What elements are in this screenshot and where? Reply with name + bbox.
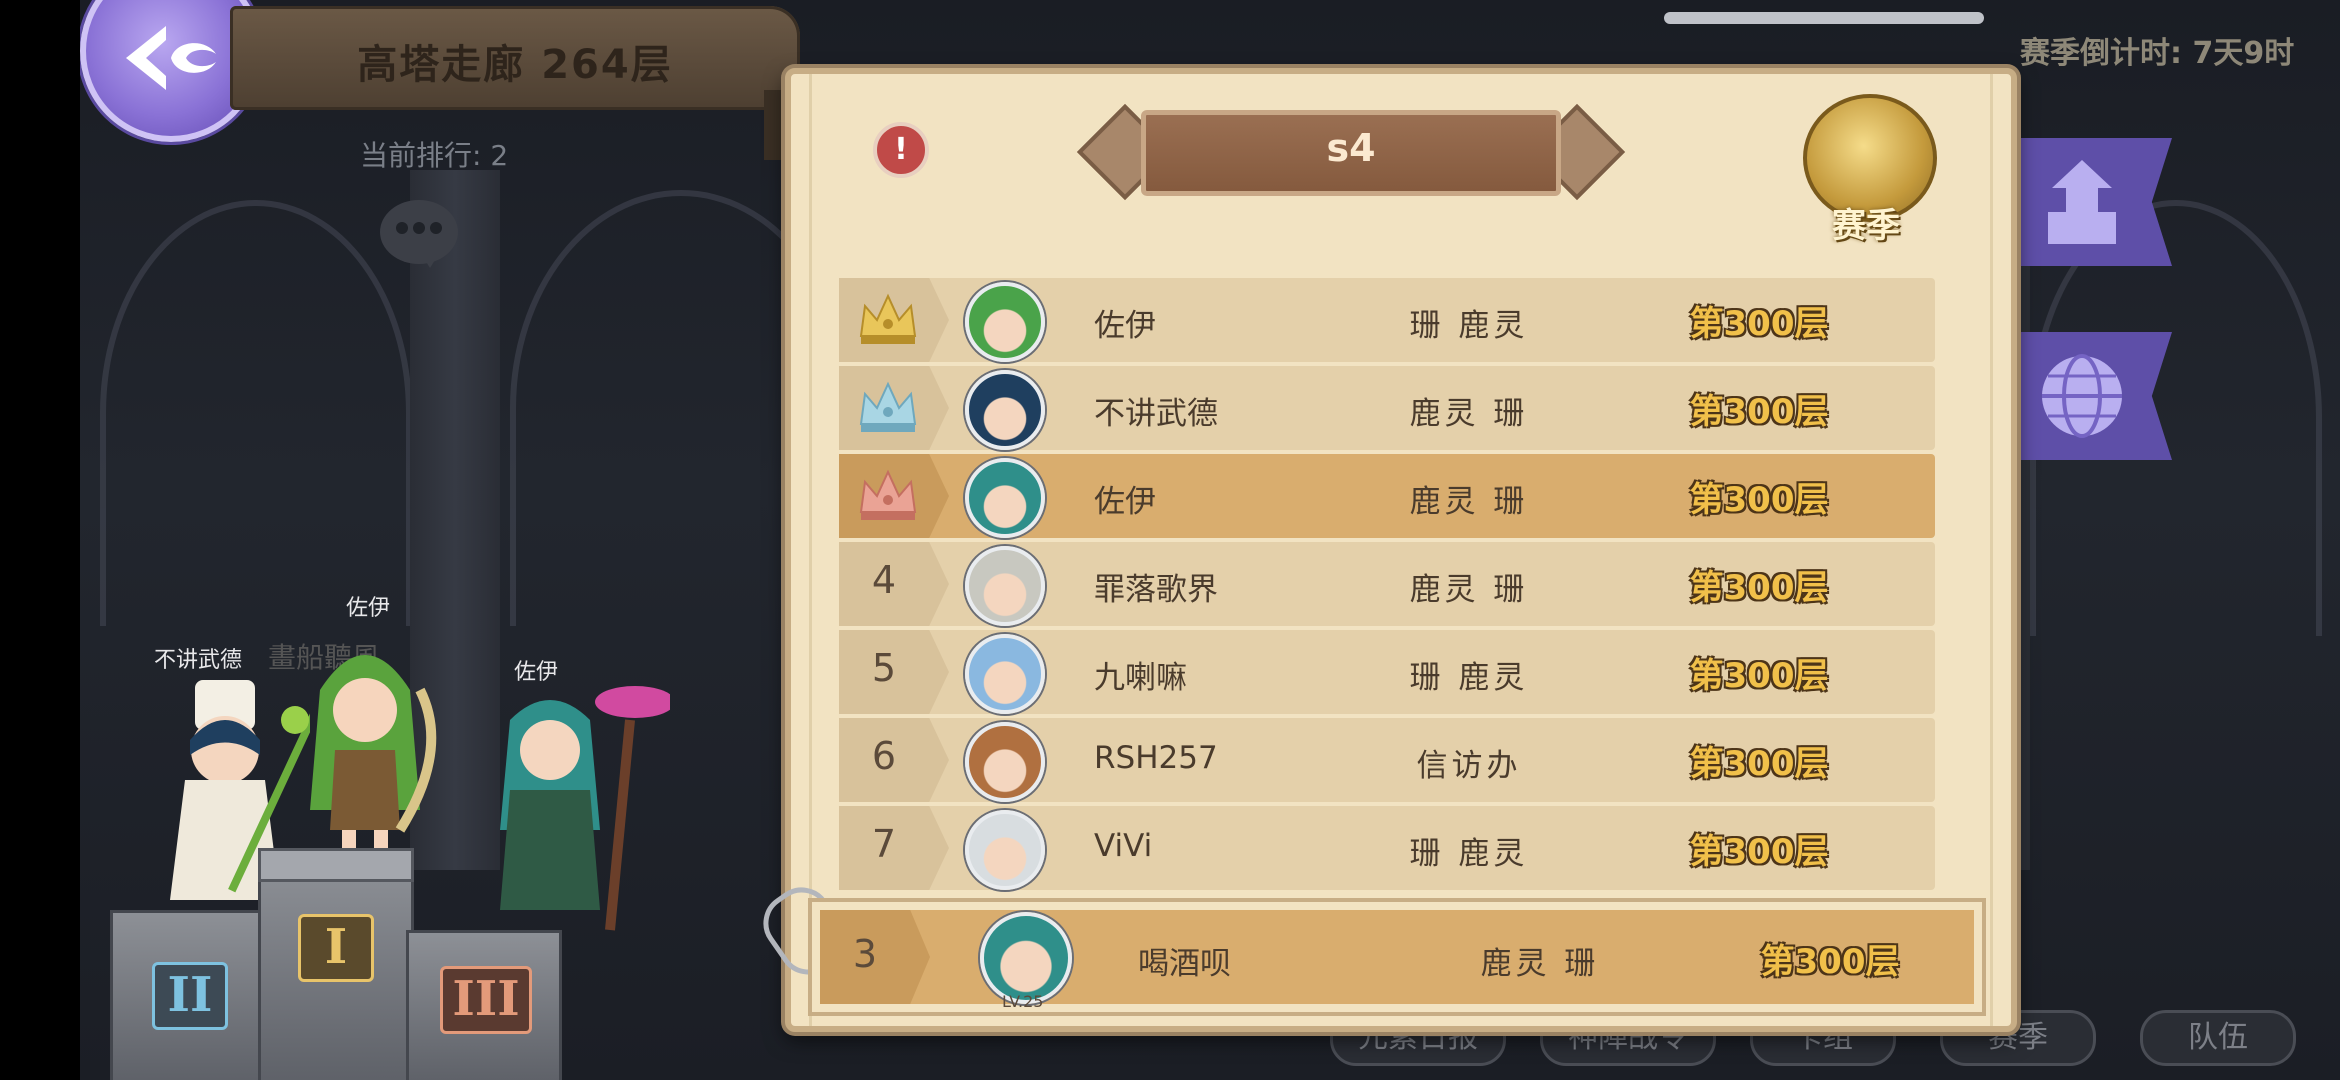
player-floor: 第300层 bbox=[1689, 744, 1829, 784]
player-avatar[interactable] bbox=[965, 810, 1045, 890]
my-team: 鹿灵 珊 bbox=[1480, 946, 1600, 982]
podium-place-second: II bbox=[152, 962, 228, 1030]
chat-bubble-icon[interactable] bbox=[380, 200, 458, 268]
crown-icon bbox=[859, 293, 917, 344]
hero-center[interactable] bbox=[280, 630, 450, 870]
menu-team[interactable]: 队伍 bbox=[2140, 1010, 2296, 1066]
player-floor: 第300层 bbox=[1689, 568, 1829, 608]
player-avatar[interactable] bbox=[965, 282, 1045, 362]
my-level: LV.25 bbox=[1002, 992, 1044, 1011]
current-rank: 当前排行: 2 bbox=[360, 139, 509, 172]
season-badge-label: 赛季 bbox=[1832, 206, 1900, 246]
player-avatar[interactable] bbox=[965, 458, 1045, 538]
leaderboard-row[interactable]: 佐伊 珊 鹿灵 第300层 bbox=[839, 278, 1935, 362]
player-name: 罪落歌界 bbox=[1094, 572, 1218, 608]
podium-name-center: 佐伊 bbox=[346, 596, 391, 621]
player-floor: 第300层 bbox=[1689, 832, 1829, 872]
player-floor: 第300层 bbox=[1689, 480, 1829, 520]
season-countdown: 赛季倒计时: 7天9时 bbox=[2020, 36, 2295, 71]
player-avatar[interactable] bbox=[965, 546, 1045, 626]
my-rank-row-inner: 3 LV.25 喝酒呗 鹿灵 珊 第300层 bbox=[820, 910, 1974, 1011]
player-floor: 第300层 bbox=[1689, 656, 1829, 696]
leaderboard-row[interactable]: 4 罪落歌界 鹿灵 珊 第300层 bbox=[839, 542, 1935, 626]
my-name: 喝酒呗 bbox=[1138, 946, 1231, 982]
rank-number: 6 bbox=[871, 734, 897, 778]
leaderboard-row[interactable]: 5 九喇嘛 珊 鹿灵 第300层 bbox=[839, 630, 1935, 714]
bg-arch bbox=[100, 200, 412, 626]
player-name: 佐伊 bbox=[1094, 308, 1156, 344]
tower-title: 高塔走廊 264层 bbox=[357, 42, 673, 88]
leaderboard-panel: ! s4 赛季 佐伊珊 鹿灵 第300层 不讲武德 鹿灵 珊第300层 佐伊 鹿灵 珊第3… bbox=[785, 68, 2017, 1032]
my-avatar[interactable] bbox=[980, 912, 1072, 1004]
player-name: 九喇嘛 bbox=[1094, 660, 1187, 696]
player-floor: 第300层 bbox=[1689, 392, 1829, 432]
season-name-plate: s4 bbox=[1076, 100, 1626, 201]
podium-top-first bbox=[258, 848, 414, 882]
season-badge[interactable]: 赛季 bbox=[1791, 94, 1941, 246]
my-rank-row[interactable]: 3 LV.25 喝酒呗 鹿灵 珊 第300层 bbox=[808, 898, 1986, 1016]
podium-place-third: III bbox=[440, 966, 532, 1034]
my-floor: 第300层 bbox=[1760, 942, 1900, 982]
player-avatar[interactable] bbox=[965, 722, 1045, 802]
leaderboard-row[interactable]: 7 ViVi 珊 鹿灵 第300层 bbox=[839, 806, 1935, 890]
hero-right[interactable] bbox=[470, 680, 670, 940]
tower-title-banner: 高塔走廊 264层 bbox=[230, 6, 810, 160]
exclamation-icon[interactable]: ! bbox=[873, 122, 929, 178]
player-team: 信访办 bbox=[1416, 748, 1522, 784]
season-name: s4 bbox=[1326, 126, 1376, 170]
gesture-bar bbox=[1664, 12, 1984, 24]
player-team: 珊 鹿灵 bbox=[1409, 308, 1529, 344]
tower-flag[interactable] bbox=[2004, 138, 2172, 266]
player-name: ViVi bbox=[1094, 828, 1153, 864]
tower-icon bbox=[2048, 160, 2116, 244]
player-name: 佐伊 bbox=[1094, 484, 1156, 520]
crown-icon bbox=[859, 469, 917, 520]
rank-number: 5 bbox=[871, 646, 897, 690]
player-team: 鹿灵 珊 bbox=[1409, 396, 1529, 432]
podium-place-first: I bbox=[298, 914, 374, 982]
globe-flag[interactable] bbox=[2004, 332, 2172, 460]
player-team: 珊 鹿灵 bbox=[1409, 660, 1529, 696]
my-rank-number: 3 bbox=[852, 932, 878, 976]
player-avatar[interactable] bbox=[965, 370, 1045, 450]
player-avatar[interactable] bbox=[965, 634, 1045, 714]
player-name: 不讲武德 bbox=[1094, 396, 1218, 432]
crown-icon bbox=[859, 381, 917, 432]
player-team: 珊 鹿灵 bbox=[1409, 836, 1529, 872]
rank-number: 4 bbox=[871, 558, 897, 602]
player-name: RSH257 bbox=[1094, 740, 1218, 776]
globe-icon bbox=[2042, 354, 2122, 438]
swirl-emblem-icon bbox=[126, 26, 216, 90]
player-floor: 第300层 bbox=[1689, 304, 1829, 344]
player-team: 鹿灵 珊 bbox=[1409, 484, 1529, 520]
leaderboard-row[interactable]: 佐伊 鹿灵 珊 第300层 bbox=[839, 454, 1935, 538]
leaderboard-row[interactable]: 不讲武德 鹿灵 珊 第300层 bbox=[839, 366, 1935, 450]
player-team: 鹿灵 珊 bbox=[1409, 572, 1529, 608]
leaderboard-row[interactable]: 6 RSH257 信访办 第300层 bbox=[839, 718, 1935, 802]
rank-number: 7 bbox=[871, 822, 897, 866]
